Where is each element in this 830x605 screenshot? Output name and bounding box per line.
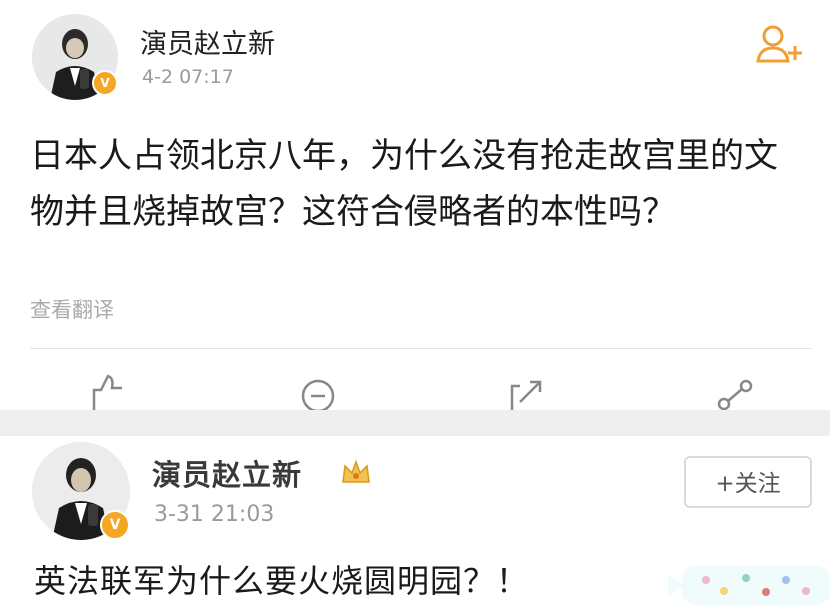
crown-icon <box>342 459 370 483</box>
share-icon[interactable] <box>716 372 756 410</box>
post-text: 英法联军为什么要火烧圆明园？！ <box>34 562 530 600</box>
post-card-1: V 演员赵立新 4-2 07:17 日本人占领北京八年，为什么没有抢走故宫里的文… <box>0 0 830 410</box>
follow-button[interactable]: +关注 <box>684 456 812 508</box>
divider <box>30 348 812 349</box>
repost-icon[interactable] <box>506 372 546 410</box>
post-card-2: V 演员赵立新 3-31 21:03 +关注 英法联军为什么要火烧圆明园？！ <box>0 436 830 605</box>
post-text: 日本人占领北京八年，为什么没有抢走故宫里的文物并且烧掉故宫？这符合侵略者的本性吗… <box>30 136 778 232</box>
translate-link[interactable]: 查看翻译 <box>30 294 114 324</box>
decorative-watermark <box>668 566 830 605</box>
verified-badge-icon: V <box>92 70 118 96</box>
like-icon[interactable] <box>88 372 128 410</box>
author-name[interactable]: 演员赵立新 <box>152 452 302 494</box>
follow-user-icon[interactable] <box>755 24 805 64</box>
post-timestamp: 3-31 21:03 <box>154 502 275 527</box>
verified-badge-icon: V <box>100 510 130 540</box>
comment-icon[interactable] <box>298 372 338 410</box>
section-separator <box>0 410 830 436</box>
author-name[interactable]: 演员赵立新 <box>140 22 275 61</box>
post-timestamp: 4-2 07:17 <box>142 66 234 88</box>
